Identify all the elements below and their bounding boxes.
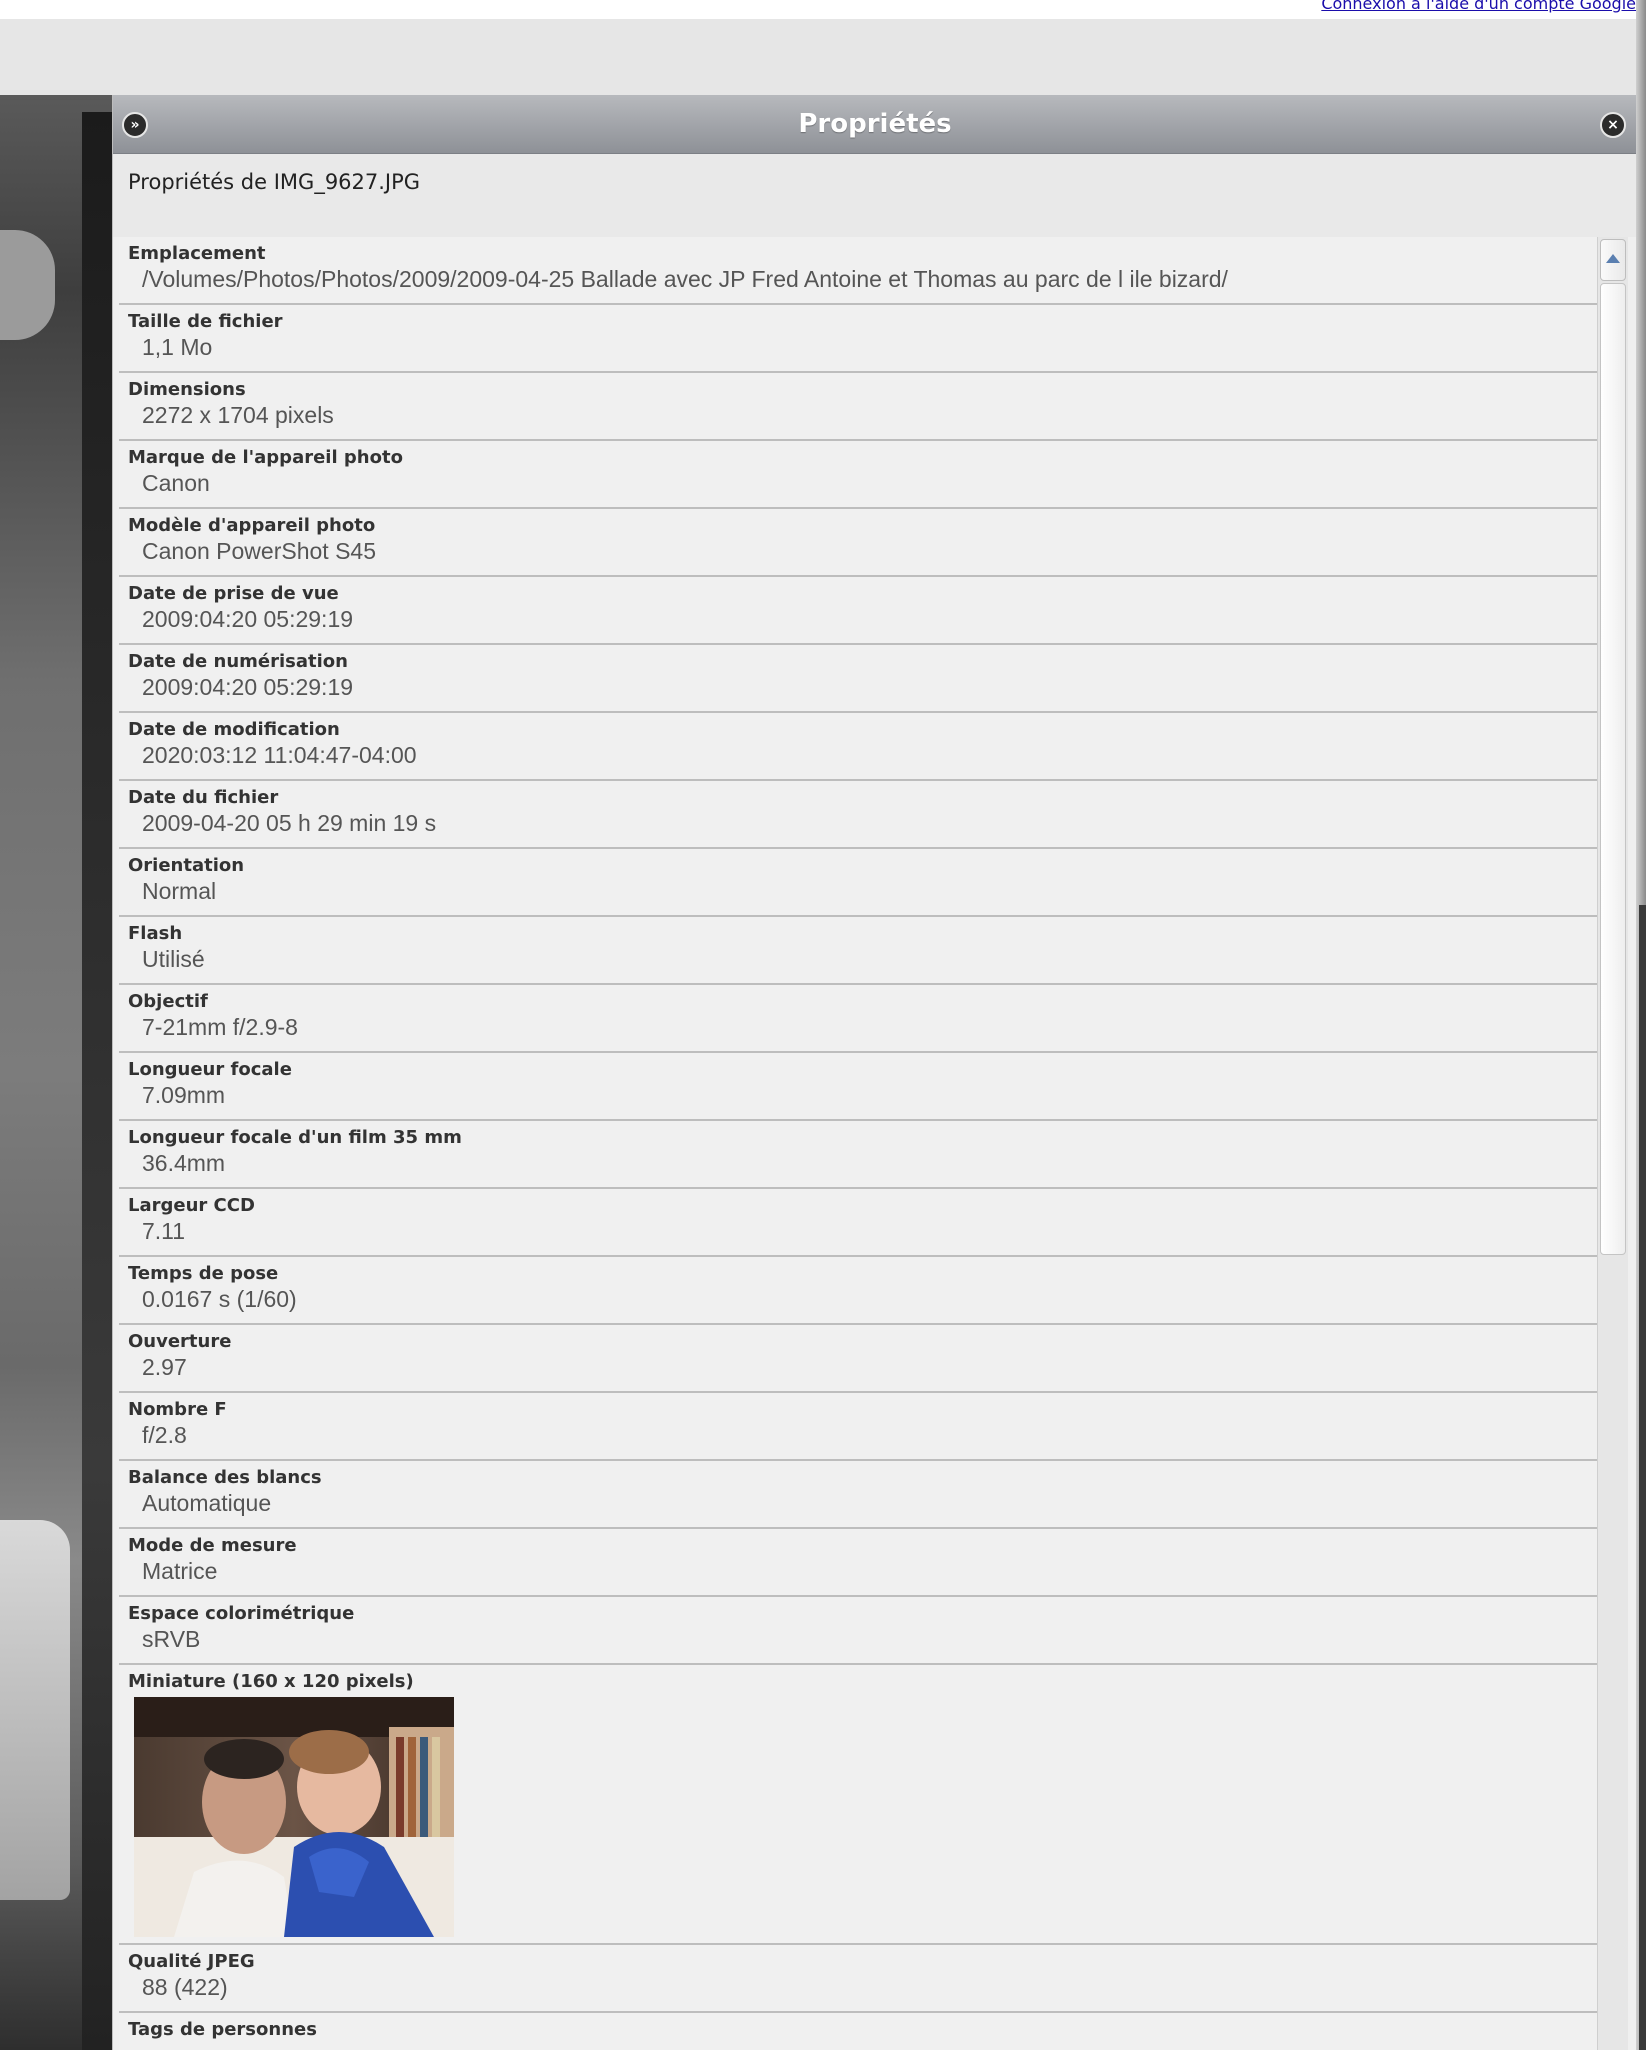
property-value: 2009:04:20 05:29:19: [142, 674, 354, 700]
property-value: sRVB: [142, 1626, 201, 1652]
property-label: Taille de fichier: [128, 311, 283, 332]
properties-panel: Propriétés » × Propriétés de IMG_9627.JP…: [112, 95, 1637, 2050]
properties-list: Emplacement/Volumes/Photos/Photos/2009/2…: [119, 237, 1597, 2050]
toolbar-band: [0, 19, 1646, 95]
property-label: Longueur focale: [128, 1059, 292, 1080]
property-label: Largeur CCD: [128, 1195, 255, 1216]
property-label: Objectif: [128, 991, 208, 1012]
property-row: Emplacement/Volumes/Photos/Photos/2009/2…: [119, 237, 1597, 305]
property-label: Longueur focale d'un film 35 mm: [128, 1127, 462, 1148]
property-label: Nombre F: [128, 1399, 227, 1420]
property-value: 88 (422): [142, 1974, 228, 2000]
property-row: Date de modification 2020:03:12 11:04:47-…: [119, 713, 1597, 781]
photo-edge-shadow: [82, 112, 112, 2050]
property-value: 7.11: [142, 1218, 186, 1244]
top-bar: Connexion à l'aide d'un compte Google: [0, 0, 1646, 19]
property-row: Longueur focale d'un film 35 mm 36.4mm: [119, 1121, 1597, 1189]
property-row: Mode de mesure Matrice: [119, 1529, 1597, 1597]
scrollbar-thumb[interactable]: [1600, 283, 1626, 1255]
panel-subtitle: Propriétés de IMG_9627.JPG: [128, 170, 421, 194]
property-label: Modèle d'appareil photo: [128, 515, 376, 536]
property-value: 2272 x 1704 pixels: [142, 402, 334, 428]
property-row: Date de numérisation 2009:04:20 05:29:19: [119, 645, 1597, 713]
property-row: Balance des blancs Automatique: [119, 1461, 1597, 1529]
property-row: Temps de pose 0.0167 s (1/60): [119, 1257, 1597, 1325]
property-value: 2009:04:20 05:29:19: [142, 606, 354, 632]
property-row: Marque de l'appareil photo Canon: [119, 441, 1597, 509]
subtitle-area: Propriétés de IMG_9627.JPG: [113, 154, 1637, 237]
close-icon[interactable]: ×: [1600, 112, 1626, 138]
property-value: 2009-04-20 05 h 29 min 19 s: [142, 810, 437, 836]
property-value: Matrice: [142, 1558, 218, 1584]
property-label: Espace colorimétrique: [128, 1603, 355, 1624]
property-row: Nombre Ff/2.8: [119, 1393, 1597, 1461]
property-row: Orientation Normal: [119, 849, 1597, 917]
property-label: Mode de mesure: [128, 1535, 297, 1556]
property-label: Qualité JPEG: [128, 1951, 255, 1972]
property-label: Balance des blancs: [128, 1467, 322, 1488]
thumbnail-image: [134, 1697, 454, 1937]
property-value: Canon PowerShot S45: [142, 538, 376, 564]
property-label: Date de prise de vue: [128, 583, 339, 604]
property-value: 1,1 Mo: [142, 334, 213, 360]
thumbnail-photo: [134, 1697, 454, 1937]
property-label: Emplacement: [128, 243, 266, 264]
property-value: 2.97: [142, 1354, 187, 1380]
property-value: Normal: [142, 878, 217, 904]
panel-header: Propriétés » ×: [113, 95, 1637, 154]
property-label: Ouverture: [128, 1331, 232, 1352]
property-row: Taille de fichier 1,1 Mo: [119, 305, 1597, 373]
properties-scrollbar[interactable]: [1597, 237, 1628, 2050]
background-photo-detail: [0, 230, 55, 340]
property-label: Tags de personnes: [128, 2019, 317, 2040]
property-row: Tags de personnes: [119, 2013, 1597, 2050]
scroll-up-button[interactable]: [1600, 239, 1626, 281]
property-row: Qualité JPEG 88 (422): [119, 1945, 1597, 2013]
property-value: Canon: [142, 470, 210, 496]
property-value: 7-21mm f/2.9-8: [142, 1014, 298, 1040]
double-chevron-right-icon[interactable]: »: [122, 112, 148, 138]
property-value: Utilisé: [142, 946, 205, 972]
property-row: Espace colorimétrique sRVB: [119, 1597, 1597, 1665]
property-label: Date du fichier: [128, 787, 279, 808]
property-row: Largeur CCD 7.11: [119, 1189, 1597, 1257]
property-value: 2020:03:12 11:04:47-04:00: [142, 742, 417, 768]
property-row: Longueur focale 7.09mm: [119, 1053, 1597, 1121]
property-value: f/2.8: [142, 1422, 187, 1448]
property-value: /Volumes/Photos/Photos/2009/2009-04-25 B…: [142, 266, 1228, 292]
property-row: Dimensions 2272 x 1704 pixels: [119, 373, 1597, 441]
property-row: Ouverture 2.97: [119, 1325, 1597, 1393]
thumbnail-label: Miniature (160 x 120 pixels): [128, 1671, 414, 1692]
property-label: Dimensions: [128, 379, 246, 400]
property-value: 7.09mm: [142, 1082, 226, 1108]
property-value: Automatique: [142, 1490, 272, 1516]
property-label: Marque de l'appareil photo: [128, 447, 403, 468]
google-signin-link[interactable]: Connexion à l'aide d'un compte Google: [1321, 0, 1636, 13]
property-row: Date de prise de vue 2009:04:20 05:29:19: [119, 577, 1597, 645]
property-label: Temps de pose: [128, 1263, 279, 1284]
property-row: Date du fichier 2009-04-20 05 h 29 min 19…: [119, 781, 1597, 849]
property-value: 36.4mm: [142, 1150, 226, 1176]
thumbnail-row: Miniature (160 x 120 pixels): [119, 1665, 1597, 1945]
panel-title: Propriétés: [798, 109, 952, 139]
property-label: Date de numérisation: [128, 651, 348, 672]
chevron-up-icon: [1606, 254, 1620, 263]
property-label: Flash: [128, 923, 183, 944]
property-label: Orientation: [128, 855, 245, 876]
property-label: Date de modification: [128, 719, 340, 740]
property-value: 0.0167 s (1/60): [142, 1286, 297, 1312]
background-photo-detail: [0, 1520, 70, 1900]
property-row: Modèle d'appareil photo Canon PowerShot S…: [119, 509, 1597, 577]
property-row: Objectif 7-21mm f/2.9-8: [119, 985, 1597, 1053]
window-edge-shadow: [1639, 905, 1646, 2050]
property-row: Flash Utilisé: [119, 917, 1597, 985]
